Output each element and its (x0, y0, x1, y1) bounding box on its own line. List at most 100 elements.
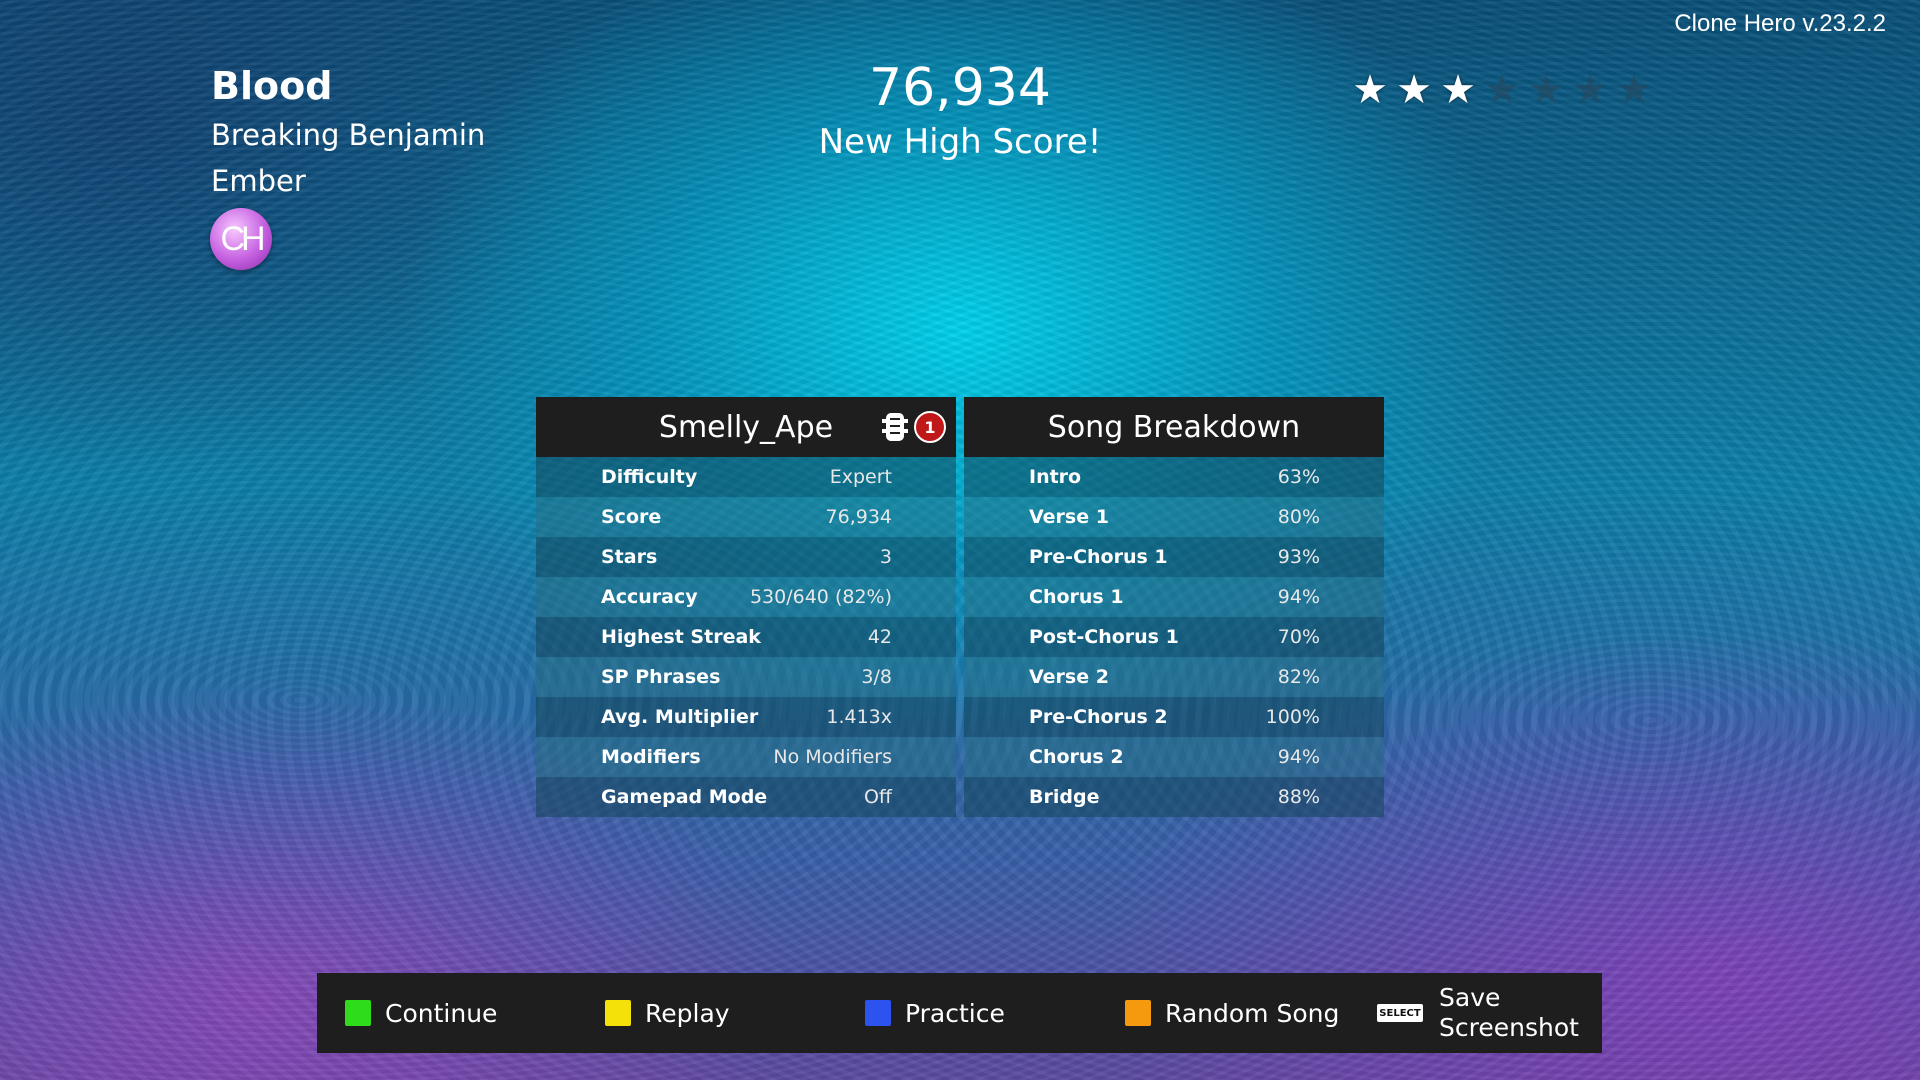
continue-button[interactable]: Continue (345, 999, 497, 1028)
guitar-icon (882, 413, 908, 441)
breakdown-row: Pre-Chorus 1 93% (964, 537, 1384, 577)
song-breakdown-panel: Song Breakdown Intro 63% Verse 1 80% Pre-Cho… (964, 397, 1384, 817)
action-bar: Continue Replay Practice Random Song SEL… (317, 973, 1602, 1053)
row-label: Chorus 1 (1029, 586, 1124, 608)
row-label: Highest Streak (601, 626, 761, 648)
row-label: Verse 1 (1029, 506, 1109, 528)
breakdown-row: Pre-Chorus 2 100% (964, 697, 1384, 737)
practice-label: Practice (905, 998, 1005, 1028)
row-label: Accuracy (601, 586, 698, 608)
clone-hero-logo-text: CH (220, 219, 265, 258)
player-stat-row: Score 76,934 (536, 497, 956, 537)
row-value: 530/640 (82%) (749, 586, 892, 608)
row-value: 82% (1277, 666, 1320, 688)
player-name: Smelly_Ape (658, 409, 834, 445)
row-label: Verse 2 (1029, 666, 1109, 688)
song-artist: Breaking Benjamin (211, 118, 486, 152)
player-stat-row: Accuracy 530/640 (82%) (536, 577, 956, 617)
breakdown-panel-header: Song Breakdown (964, 397, 1384, 457)
star-filled-icon: ★ (1440, 67, 1476, 113)
yellow-fret-icon (605, 1000, 631, 1026)
row-value: Off (863, 786, 892, 808)
breakdown-row: Intro 63% (964, 457, 1384, 497)
song-charter: Ember (211, 164, 306, 198)
song-info: Blood Breaking Benjamin Ember (211, 60, 485, 204)
row-label: Intro (1029, 466, 1082, 488)
version-label: Clone Hero v.23.2.2 (1674, 10, 1886, 37)
save-screenshot-button[interactable]: SELECT Save Screenshot (1377, 983, 1579, 1043)
breakdown-row: Verse 2 82% (964, 657, 1384, 697)
clone-hero-logo: CH (210, 208, 272, 270)
replay-label: Replay (645, 998, 730, 1028)
player-stat-row: Gamepad Mode Off (536, 777, 956, 817)
star-empty-icon: ★ (1572, 67, 1608, 113)
row-value: 70% (1277, 626, 1320, 648)
breakdown-row: Bridge 88% (964, 777, 1384, 817)
row-label: Difficulty (601, 466, 698, 488)
row-value: No Modifiers (773, 746, 892, 768)
high-score-message: New High Score! (818, 122, 1102, 162)
practice-button[interactable]: Practice (865, 999, 1005, 1028)
row-value: 76,934 (825, 506, 892, 528)
row-label: Avg. Multiplier (601, 706, 759, 728)
select-button-icon: SELECT (1377, 1004, 1423, 1022)
player-stat-row: Avg. Multiplier 1.413x (536, 697, 956, 737)
player-stat-row: Highest Streak 42 (536, 617, 956, 657)
row-label: Modifiers (601, 746, 701, 768)
player-panel-header: Smelly_Ape 1 (536, 397, 956, 457)
row-value: 94% (1277, 746, 1320, 768)
player-icons: 1 (880, 411, 946, 443)
row-label: Gamepad Mode (601, 786, 768, 808)
row-label: Chorus 2 (1029, 746, 1124, 768)
replay-button[interactable]: Replay (605, 999, 730, 1028)
row-value: 63% (1277, 466, 1320, 488)
row-value: 93% (1277, 546, 1320, 568)
row-value: 3 (879, 546, 892, 568)
row-value: 42 (867, 626, 892, 648)
player-stats-rows: Difficulty Expert Score 76,934 Stars 3 Accurac… (536, 457, 956, 817)
row-label: Bridge (1029, 786, 1100, 808)
save-screenshot-line1: Save (1439, 983, 1501, 1012)
player-stats-panel: Smelly_Ape 1 Difficulty Expert Score 76,934… (536, 397, 956, 817)
random-song-button[interactable]: Random Song (1125, 999, 1339, 1028)
player-stat-row: SP Phrases 3/8 (536, 657, 956, 697)
star-empty-icon: ★ (1484, 67, 1520, 113)
row-value: 1.413x (826, 706, 892, 728)
save-screenshot-label: Save Screenshot (1439, 983, 1579, 1043)
row-value: 88% (1277, 786, 1320, 808)
row-value: 3/8 (861, 666, 892, 688)
save-screenshot-line2: Screenshot (1439, 1013, 1579, 1042)
breakdown-row: Verse 1 80% (964, 497, 1384, 537)
player-stat-row: Stars 3 (536, 537, 956, 577)
green-fret-icon (345, 1000, 371, 1026)
rank-badge: 1 (914, 411, 946, 443)
blue-fret-icon (865, 1000, 891, 1026)
row-label: Score (601, 506, 662, 528)
song-title: Blood (211, 64, 333, 108)
score-block: 76,934 New High Score! (660, 56, 1260, 164)
star-filled-icon: ★ (1352, 67, 1388, 113)
row-value: Expert (829, 466, 892, 488)
row-label: Pre-Chorus 1 (1029, 546, 1168, 568)
breakdown-row: Chorus 2 94% (964, 737, 1384, 777)
breakdown-row: Chorus 1 94% (964, 577, 1384, 617)
breakdown-title: Song Breakdown (1047, 409, 1301, 445)
row-label: Post-Chorus 1 (1029, 626, 1179, 648)
breakdown-rows: Intro 63% Verse 1 80% Pre-Chorus 1 93% Chorus … (964, 457, 1384, 817)
row-label: Pre-Chorus 2 (1029, 706, 1168, 728)
row-label: Stars (601, 546, 658, 568)
final-score: 76,934 (869, 58, 1051, 118)
continue-label: Continue (385, 998, 498, 1028)
player-stat-row: Modifiers No Modifiers (536, 737, 956, 777)
orange-fret-icon (1125, 1000, 1151, 1026)
star-rating: ★ ★ ★ ★ ★ ★ ★ (1352, 66, 1652, 114)
row-value: 94% (1277, 586, 1320, 608)
star-empty-icon: ★ (1616, 67, 1652, 113)
star-empty-icon: ★ (1528, 67, 1564, 113)
row-label: SP Phrases (601, 666, 721, 688)
row-value: 100% (1265, 706, 1320, 728)
breakdown-row: Post-Chorus 1 70% (964, 617, 1384, 657)
random-song-label: Random Song (1165, 998, 1340, 1028)
star-filled-icon: ★ (1396, 67, 1432, 113)
player-stat-row: Difficulty Expert (536, 457, 956, 497)
